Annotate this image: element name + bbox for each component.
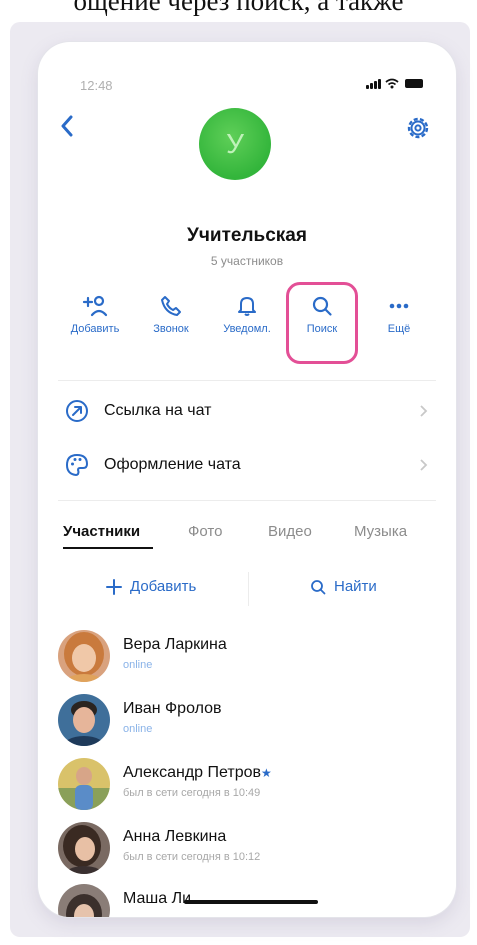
chevron-right-icon <box>420 459 428 471</box>
search-icon <box>312 296 332 316</box>
wifi-icon <box>385 78 399 89</box>
phone-icon <box>161 296 181 316</box>
member-status: был в сети сегодня в 10:12 <box>123 851 261 863</box>
search-action[interactable]: Поиск <box>286 282 358 364</box>
member-tools: Добавить Найти <box>58 572 436 608</box>
member-row[interactable]: Иван Фролов online <box>58 694 436 754</box>
tab-members[interactable]: Участники <box>63 523 140 540</box>
avatar-letter: У <box>226 128 244 159</box>
member-avatar <box>58 758 110 810</box>
media-tabs: Участники Фото Видео Музыка <box>58 517 436 551</box>
divider <box>58 380 436 381</box>
battery-icon <box>405 79 423 88</box>
caption-text: ощение через поиск, а также <box>73 0 404 16</box>
chevron-left-icon <box>61 115 73 137</box>
more-icon <box>389 303 409 309</box>
action-label: Звонок <box>153 323 189 335</box>
add-member-action[interactable]: Добавить <box>58 282 132 364</box>
member-name: Анна Левкина <box>123 828 227 845</box>
gear-icon <box>407 117 429 139</box>
link-arrow-icon <box>66 400 88 422</box>
add-member-button[interactable]: Добавить <box>106 578 196 595</box>
member-row[interactable]: Александр Петров★ был в сети сегодня в 1… <box>58 758 436 818</box>
add-user-icon <box>82 295 108 317</box>
member-status: был в сети сегодня в 10:49 <box>123 787 261 799</box>
status-time: 12:48 <box>80 78 113 93</box>
settings-button[interactable] <box>404 114 432 142</box>
chat-title: Учительская <box>187 225 307 246</box>
plus-icon <box>106 578 122 595</box>
palette-icon <box>66 454 88 476</box>
find-member-label: Найти <box>334 578 377 595</box>
row-label: Ссылка на чат <box>104 402 212 419</box>
add-member-label: Добавить <box>130 578 197 595</box>
member-name: Вера Ларкина <box>123 636 227 653</box>
find-member-button[interactable]: Найти <box>310 578 377 595</box>
member-avatar <box>58 822 110 874</box>
member-name: Иван Фролов <box>123 700 222 717</box>
member-name: Александр Петров★ <box>123 764 272 782</box>
member-avatar <box>58 630 110 682</box>
call-action[interactable]: Звонок <box>134 282 208 364</box>
member-avatar <box>58 694 110 746</box>
status-icons <box>366 78 423 89</box>
member-name: Маша Ли <box>123 890 192 907</box>
row-label: Оформление чата <box>104 456 241 473</box>
active-tab-indicator <box>63 547 153 549</box>
phone-screen: 12:48 У Учительская 5 участников Добавит… <box>38 42 456 917</box>
tab-photo[interactable]: Фото <box>188 523 222 540</box>
divider <box>58 500 436 501</box>
tab-music[interactable]: Музыка <box>354 523 407 540</box>
home-indicator[interactable] <box>184 900 318 904</box>
member-row[interactable]: Вера Ларкина online <box>58 630 436 690</box>
more-action[interactable]: Ещё <box>362 282 436 364</box>
chat-avatar[interactable]: У <box>199 108 271 180</box>
chevron-right-icon <box>420 405 428 417</box>
member-name-text: Александр Петров <box>123 764 261 781</box>
action-label: Добавить <box>70 323 120 335</box>
member-status: online <box>123 659 153 671</box>
tools-separator <box>248 572 249 606</box>
star-icon: ★ <box>261 766 272 780</box>
member-avatar <box>58 884 110 917</box>
member-row[interactable]: Анна Левкина был в сети сегодня в 10:12 <box>58 822 436 882</box>
chat-subtitle: 5 участников <box>210 254 284 268</box>
back-button[interactable] <box>56 112 80 140</box>
notifications-action[interactable]: Уведомл. <box>210 282 284 364</box>
action-bar: Добавить Звонок Уведомл. Поиск Ещё <box>58 282 436 364</box>
action-label: Поиск <box>306 323 338 335</box>
action-label: Ещё <box>387 323 411 335</box>
member-status: online <box>123 723 153 735</box>
chat-link-row[interactable]: Ссылка на чат <box>58 388 436 434</box>
signal-icon <box>366 78 381 89</box>
search-icon <box>311 579 326 594</box>
bell-icon <box>238 297 256 316</box>
chat-appearance-row[interactable]: Оформление чата <box>58 442 436 488</box>
action-label: Уведомл. <box>223 323 271 335</box>
tab-video[interactable]: Видео <box>268 523 312 540</box>
